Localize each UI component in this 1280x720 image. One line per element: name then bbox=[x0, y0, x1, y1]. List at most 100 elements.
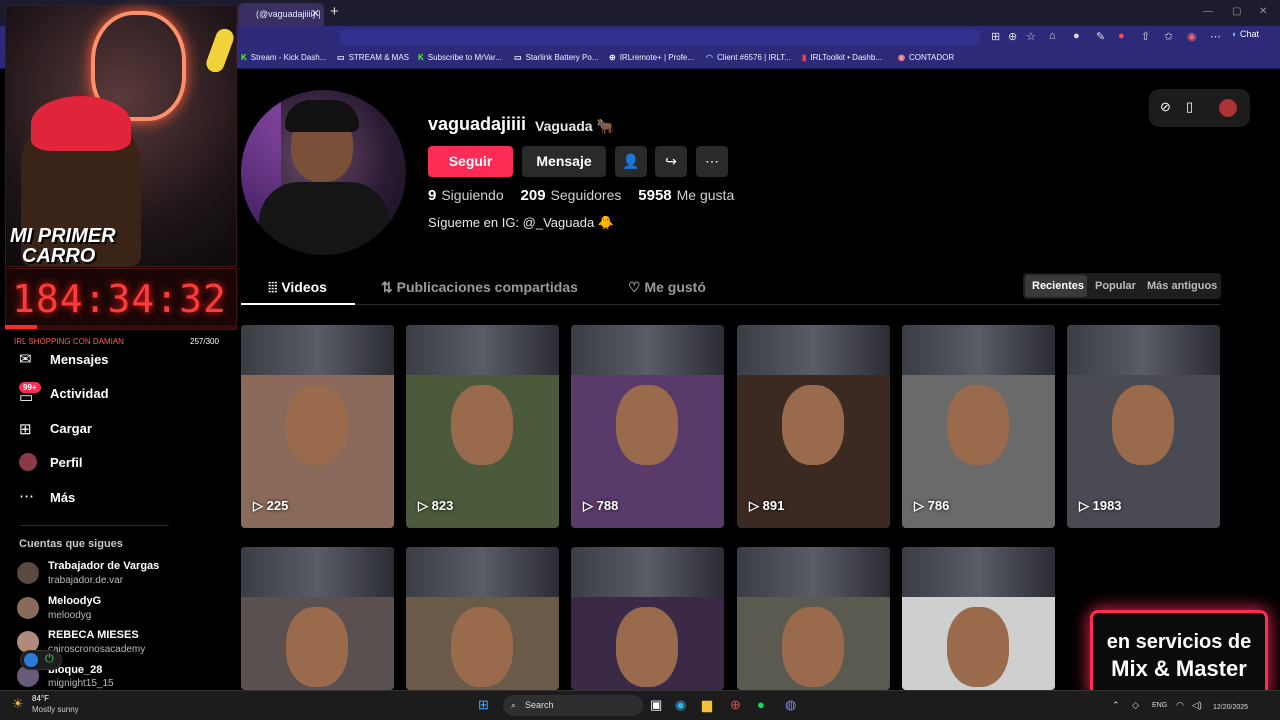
reader-icon[interactable]: ⊞ bbox=[991, 30, 1000, 43]
bookmark-item[interactable]: ◠ Client #6576 | IRLT... bbox=[706, 53, 791, 62]
nav-messages[interactable]: Mensajes bbox=[50, 352, 109, 367]
nav-more[interactable]: Más bbox=[50, 490, 75, 505]
chat-label: Chat bbox=[1239, 29, 1259, 39]
extension-icon[interactable]: ⌂ bbox=[1049, 30, 1056, 42]
video-thumb-figure bbox=[782, 607, 844, 687]
menu-icon[interactable]: ⋯ bbox=[1210, 30, 1221, 43]
extension-icon[interactable]: ✎ bbox=[1096, 30, 1105, 43]
profile-bio: Sígueme en IG: @_Vaguada 🐥 bbox=[428, 215, 614, 230]
following-name[interactable]: REBECA MIESES bbox=[48, 629, 139, 641]
more-options-icon[interactable]: ⋯ bbox=[696, 146, 728, 177]
power-icon: ⏻ bbox=[45, 653, 54, 665]
tray-chevron-icon[interactable]: ⌃ bbox=[1112, 700, 1120, 711]
favorites-icon[interactable]: ✩ bbox=[1164, 30, 1173, 43]
video-card[interactable]: ▷ 788 bbox=[571, 325, 724, 528]
avatar[interactable] bbox=[17, 597, 39, 619]
tab-videos[interactable]: ⦙⦙⦙ Videos bbox=[268, 279, 327, 296]
sort-oldest[interactable]: Más antiguos bbox=[1147, 280, 1217, 292]
following-name[interactable]: Trabajador de Vargas bbox=[48, 560, 159, 572]
video-card[interactable]: ▷ 891 bbox=[737, 325, 890, 528]
weather-icon[interactable]: ☀ bbox=[12, 696, 24, 712]
extension-icon[interactable]: ● bbox=[1118, 30, 1125, 42]
maximize-icon[interactable]: ▢ bbox=[1232, 6, 1241, 17]
volume-icon[interactable]: ◁) bbox=[1192, 700, 1202, 711]
video-thumb-strip bbox=[1067, 325, 1220, 375]
phone-icon[interactable]: ▯ bbox=[1186, 99, 1193, 115]
video-thumb-figure bbox=[451, 385, 513, 465]
weather-temp[interactable]: 84°F bbox=[32, 694, 49, 703]
video-card[interactable] bbox=[241, 547, 394, 690]
wifi-icon[interactable]: ◠ bbox=[1176, 700, 1184, 711]
taskbar-date[interactable]: 12/20/2025 bbox=[1213, 704, 1248, 711]
start-icon[interactable]: ⊞ bbox=[478, 697, 489, 713]
video-card[interactable] bbox=[571, 547, 724, 690]
video-card[interactable] bbox=[902, 547, 1055, 690]
follow-button[interactable]: Seguir bbox=[428, 146, 513, 177]
bookmark-item[interactable]: ◉ CONTADOR bbox=[898, 53, 954, 62]
app-icon[interactable]: ⊕ bbox=[730, 697, 741, 713]
favorite-icon[interactable]: ☆ bbox=[1026, 30, 1036, 43]
video-card[interactable]: ▷ 823 bbox=[406, 325, 559, 528]
url-input[interactable] bbox=[340, 29, 980, 46]
add-friend-icon[interactable]: 👤 bbox=[615, 146, 647, 177]
video-card[interactable]: ▷ 1983 bbox=[1067, 325, 1220, 528]
new-tab-button[interactable]: + bbox=[330, 3, 339, 20]
goal-progress-fill bbox=[5, 325, 38, 329]
bookmark-item[interactable]: K Stream - Kick Dash... bbox=[241, 53, 326, 62]
file-explorer-icon[interactable]: ▆ bbox=[702, 697, 712, 713]
tab-liked[interactable]: ♡ Me gustó bbox=[628, 279, 706, 296]
nav-activity[interactable]: Actividad bbox=[50, 386, 109, 401]
following-username: trabajador.de.var bbox=[48, 575, 124, 586]
globe-icon: ⊕ bbox=[609, 53, 616, 62]
share-icon[interactable]: ↪ bbox=[655, 146, 687, 177]
profile-display-name: Vaguada 🐂 bbox=[535, 118, 614, 134]
extension-icon[interactable]: ● bbox=[1073, 30, 1080, 42]
language-indicator[interactable]: ENG bbox=[1152, 702, 1167, 709]
bookmark-item[interactable]: ▮ IRLToolkit • Dashb... bbox=[802, 53, 882, 62]
task-view-icon[interactable]: ▣ bbox=[650, 697, 662, 713]
nav-upload[interactable]: Cargar bbox=[50, 421, 92, 436]
video-card[interactable]: ▷ 225 bbox=[241, 325, 394, 528]
close-window-icon[interactable]: ✕ bbox=[1259, 6, 1267, 17]
copilot-chat-button[interactable]: ◐ Chat bbox=[1232, 29, 1259, 39]
followers-count: 209 bbox=[520, 187, 546, 204]
tray-icon[interactable]: ◇ bbox=[1132, 700, 1139, 711]
top-right-controls: ⊘ ▯ bbox=[1149, 89, 1250, 127]
tab-reposts[interactable]: ⇅ Publicaciones compartidas bbox=[381, 279, 578, 296]
video-card[interactable] bbox=[737, 547, 890, 690]
user-avatar-icon[interactable] bbox=[1219, 99, 1237, 117]
bookmark-item[interactable]: ⊕ IRLremote+ | Profe... bbox=[609, 53, 694, 62]
discord-icon[interactable]: ◍ bbox=[785, 697, 796, 713]
video-card[interactable] bbox=[406, 547, 559, 690]
video-card[interactable]: ▷ 786 bbox=[902, 325, 1055, 528]
video-thumb-figure bbox=[286, 385, 348, 465]
profile-avatar[interactable] bbox=[241, 90, 406, 255]
floating-widget[interactable]: ⏻ bbox=[20, 650, 62, 670]
bookmark-item[interactable]: ▭ STREAM & MAS bbox=[337, 53, 409, 62]
nav-profile[interactable]: Perfil bbox=[50, 455, 83, 470]
weather-description[interactable]: Mostly sunny bbox=[32, 705, 79, 714]
close-tab-icon[interactable]: ✕ bbox=[311, 3, 320, 25]
compass-icon[interactable]: ⊘ bbox=[1160, 99, 1171, 115]
bookmark-item[interactable]: K Subscribe to MrVar... bbox=[418, 53, 502, 62]
browser-tab[interactable]: (@vaguadajiiii) | ✕ bbox=[238, 3, 324, 26]
profile-icon[interactable]: ◉ bbox=[1187, 30, 1197, 43]
sort-recent[interactable]: Recientes bbox=[1032, 280, 1084, 292]
taskbar-search[interactable]: ⌕ Search bbox=[503, 695, 643, 716]
video-view-count: ▷ 786 bbox=[914, 498, 950, 513]
following-title: Cuentas que sigues bbox=[19, 538, 123, 550]
sort-popular[interactable]: Popular bbox=[1095, 280, 1136, 292]
message-button[interactable]: Mensaje bbox=[522, 146, 606, 177]
minimize-icon[interactable]: — bbox=[1203, 6, 1213, 17]
followers-label: Seguidores bbox=[550, 187, 622, 203]
extension-icon[interactable]: ⇧ bbox=[1141, 30, 1150, 43]
avatar[interactable] bbox=[17, 562, 39, 584]
following-name[interactable]: MeloodyG bbox=[48, 595, 101, 607]
bookmark-item[interactable]: ▭ Starlink Battery Po... bbox=[514, 53, 598, 62]
bookmark-label: Client #6576 | IRLT... bbox=[716, 53, 791, 62]
overlay-title-line: CARRO bbox=[22, 245, 96, 267]
zoom-icon[interactable]: ⊕ bbox=[1008, 30, 1017, 43]
edge-icon[interactable]: ◉ bbox=[675, 697, 686, 713]
spotify-icon[interactable]: ● bbox=[757, 697, 765, 712]
video-thumb-strip bbox=[902, 325, 1055, 375]
